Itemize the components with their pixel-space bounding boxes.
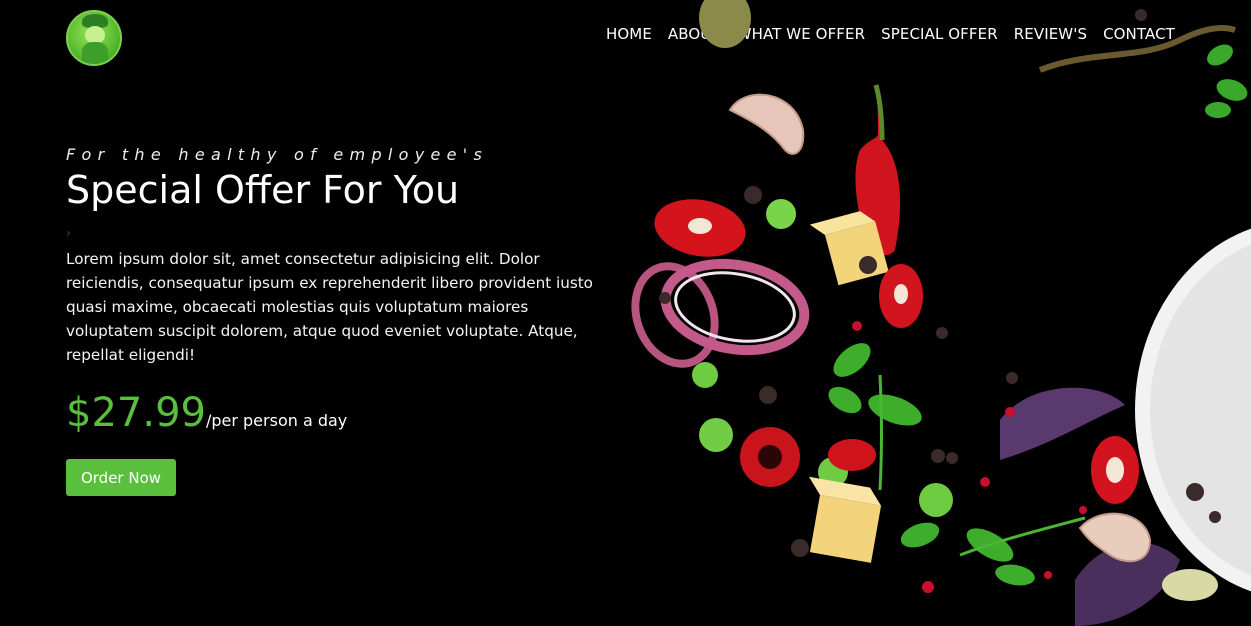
landing-page: HOME ABOUT WHAT WE OFFER SPECIAL OFFER R… [0,0,1251,626]
logo-body-shape [82,42,108,64]
food-illustration [631,0,1251,626]
onion-ring-shape [660,258,810,356]
parsley-top-shape [1205,44,1248,118]
pepper-seed-shape [758,445,782,469]
oil-splash-shape [1038,25,1236,73]
olive-shape [1162,569,1218,601]
parsley-stem-shape [878,374,883,491]
pea-shape [919,483,953,517]
cheese-cube-shape [808,476,882,563]
olive-shape [699,0,751,48]
garlic-clove-shape [728,93,805,155]
pepper-seed-shape [1106,457,1124,483]
pepper-slice-shape [828,439,876,471]
chevron-right-icon: › [66,226,71,240]
garlic-clove-shape [1078,512,1152,563]
pepper-seed-shape [688,218,712,234]
hero-title: Special Offer For You [66,168,460,212]
pepper-seed-shape [894,284,908,304]
pea-shape [692,362,718,388]
pea-shape [766,199,796,229]
price-unit: /per person a day [205,411,348,430]
bowl-rim-shape [1150,244,1251,576]
hero-description: Lorem ipsum dolor sit, amet consectetur … [66,250,593,364]
hero-tagline: For the healthy of employee's [66,145,489,164]
brand-logo[interactable] [66,10,122,66]
pea-shape [699,418,733,452]
order-now-button[interactable]: Order Now [66,459,176,496]
price-amount: $27.99 [66,390,206,436]
price-block: $27.99/per person a day [66,390,347,436]
